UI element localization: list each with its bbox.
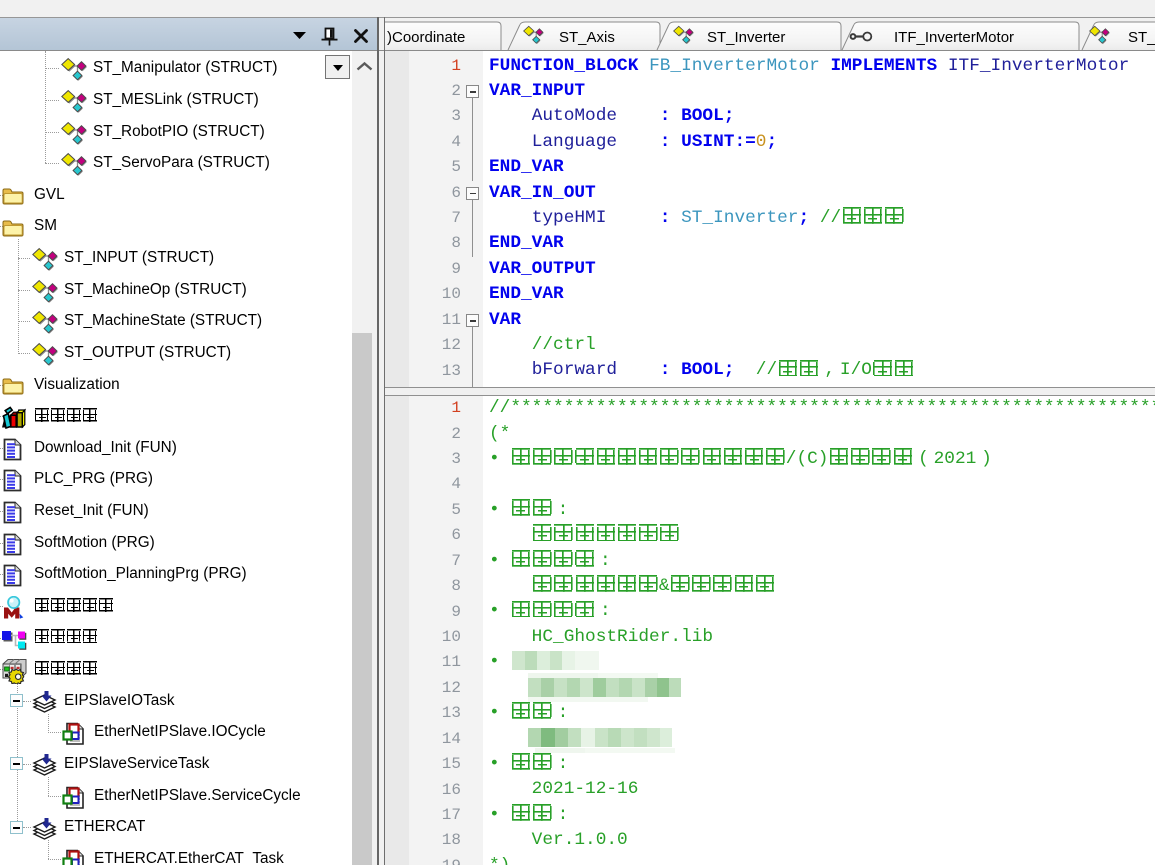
- svg-text:)Coordinate: )Coordinate: [387, 29, 465, 46]
- svg-text:ST_: ST_: [1128, 29, 1155, 46]
- svg-text:ITF_InverterMotor: ITF_InverterMotor: [894, 29, 1014, 46]
- svg-text:ST_Inverter: ST_Inverter: [707, 29, 785, 46]
- svg-text:ST_Axis: ST_Axis: [559, 29, 615, 46]
